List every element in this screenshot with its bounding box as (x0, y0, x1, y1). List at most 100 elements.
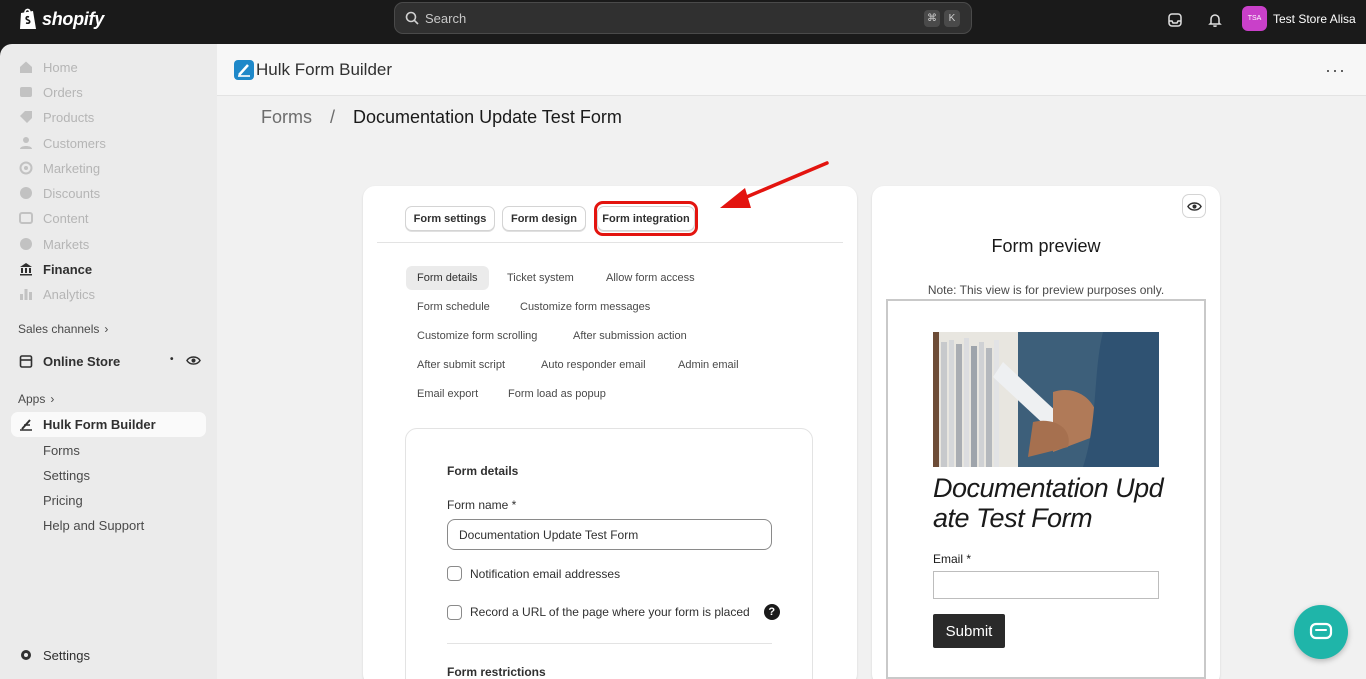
sidebar-item-marketing[interactable]: Marketing (18, 157, 100, 179)
sidebar-item-content[interactable]: Content (18, 207, 89, 229)
brand-name: shopify (42, 8, 104, 29)
divider (377, 242, 843, 243)
preview-email-input[interactable] (933, 571, 1159, 599)
preview-submit-button[interactable]: Submit (933, 614, 1005, 648)
sidebar-subitem-pricing[interactable]: Pricing (43, 493, 83, 508)
subtab-allow-form-access[interactable]: Allow form access (595, 266, 706, 290)
help-icon[interactable]: ? (763, 604, 780, 620)
subtab-admin-email[interactable]: Admin email (667, 353, 750, 377)
form-name-label: Form name * (447, 498, 517, 512)
subtab-email-export[interactable]: Email export (406, 382, 489, 406)
sidebar-item-label: Analytics (43, 286, 96, 302)
page-title: Documentation Update Test Form (353, 107, 622, 127)
more-actions-icon[interactable]: ··· (1325, 60, 1346, 81)
app-title-text: Hulk Form Builder (256, 60, 393, 79)
section-title: Form details (447, 464, 519, 478)
sidebar-item-hulk-form-builder[interactable]: Hulk Form Builder (18, 413, 156, 435)
preview-note: Note: This view is for preview purposes … (927, 283, 1165, 297)
chevron-right-icon: › (104, 322, 109, 336)
sidebar-subitem-forms[interactable]: Forms (43, 443, 80, 458)
sidebar-subitem-settings[interactable]: Settings (43, 468, 90, 483)
subtab-customize-form-messages[interactable]: Customize form messages (509, 295, 661, 319)
tab-form-design[interactable]: Form design (502, 206, 586, 231)
bell-icon[interactable] (1205, 10, 1225, 30)
breadcrumb-forms-link[interactable]: Forms (261, 107, 312, 128)
sidebar-item-orders[interactable]: Orders (18, 81, 83, 103)
bank-icon (18, 262, 33, 277)
subtab-ticket-system[interactable]: Ticket system (496, 266, 585, 290)
chat-icon (1309, 622, 1333, 640)
content-icon (18, 211, 33, 226)
sidebar-item-label: Hulk Form Builder (43, 416, 156, 432)
chat-button[interactable] (1294, 605, 1348, 659)
orders-icon (18, 85, 33, 100)
sidebar-item-label: Finance (43, 261, 93, 277)
subtab-auto-responder-email[interactable]: Auto responder email (530, 353, 657, 377)
sidebar-item-markets[interactable]: Markets (18, 233, 89, 255)
sidebar-item-label: Home (43, 59, 78, 75)
sidebar-item-settings[interactable]: Settings (18, 644, 90, 666)
gear-icon (18, 648, 33, 663)
sales-channels-header[interactable]: Sales channels › (18, 322, 108, 336)
search-icon (405, 11, 419, 25)
sidebar: Home Orders Products Customers Marketing… (0, 44, 217, 679)
preview-form-heading: Documentation Update Test Form (933, 473, 1164, 533)
sidebar-item-customers[interactable]: Customers (18, 132, 106, 154)
record-url-row[interactable]: Record a URL of the page where your form… (447, 604, 780, 620)
store-menu[interactable]: TSA Test Store Alisa (1242, 6, 1356, 31)
sidebar-item-label: Customers (43, 135, 106, 151)
record-url-checkbox[interactable] (447, 604, 462, 620)
divider (447, 643, 772, 644)
subtab-after-submission-action[interactable]: After submission action (562, 324, 698, 348)
hulk-app-icon (18, 417, 33, 432)
annotation-arrow-icon (720, 161, 829, 208)
form-name-input[interactable]: Documentation Update Test Form (447, 519, 772, 550)
discount-icon (18, 186, 33, 201)
sidebar-item-label: Settings (43, 647, 90, 663)
top-bar: shopify Search ⌘ K TSA Test Store Alisa (0, 0, 1366, 44)
preview-form-image (933, 332, 1159, 467)
shopify-bag-icon (20, 8, 36, 29)
apps-label: Apps (18, 392, 46, 406)
app-header: Hulk Form Builder ··· (217, 44, 1366, 96)
sales-channels-label: Sales channels (18, 322, 100, 336)
store-name: Test Store Alisa (1273, 11, 1356, 26)
sidebar-item-finance[interactable]: Finance (18, 258, 92, 280)
form-details-section: Form details Form name * Documentation U… (405, 428, 813, 679)
subtab-customize-form-scrolling[interactable]: Customize form scrolling (406, 324, 548, 348)
sidebar-item-label: Marketing (43, 160, 101, 176)
preview-email-label: Email * (933, 552, 972, 566)
notification-email-row[interactable]: Notification email addresses (447, 566, 620, 581)
app-title: Hulk Form Builder (234, 60, 392, 80)
sidebar-subitem-help[interactable]: Help and Support (43, 518, 144, 533)
preview-frame: Documentation Update Test Form Email * S… (886, 299, 1206, 679)
inbox-icon[interactable] (1165, 10, 1185, 30)
sidebar-item-discounts[interactable]: Discounts (18, 182, 100, 204)
tag-icon (18, 110, 33, 125)
subtab-form-load-as-popup[interactable]: Form load as popup (497, 382, 617, 406)
sidebar-item-label: Markets (43, 236, 90, 252)
sidebar-item-home[interactable]: Home (18, 56, 78, 78)
home-icon (18, 60, 33, 75)
subtab-form-details[interactable]: Form details (406, 266, 489, 290)
highlight-box (594, 201, 698, 236)
main-area: Hulk Form Builder ··· Forms / Documentat… (217, 44, 1366, 679)
sidebar-item-label: Products (43, 109, 95, 125)
sidebar-item-analytics[interactable]: Analytics (18, 283, 95, 305)
shopify-logo[interactable]: shopify (18, 7, 104, 31)
shortcut-k-key: K (944, 10, 960, 27)
preview-eye-button[interactable] (1182, 194, 1206, 218)
subtab-form-schedule[interactable]: Form schedule (406, 295, 501, 319)
search-placeholder: Search (425, 10, 467, 26)
sidebar-item-label: Discounts (43, 185, 101, 201)
sidebar-item-online-store[interactable]: Online Store • (18, 350, 203, 372)
eye-icon (1186, 201, 1202, 211)
tab-form-settings[interactable]: Form settings (405, 206, 495, 231)
sidebar-item-products[interactable]: Products (18, 106, 94, 128)
notification-email-checkbox[interactable] (447, 566, 462, 581)
search-input[interactable]: Search ⌘ K (394, 2, 972, 34)
chevron-right-icon: › (50, 392, 55, 406)
subtab-after-submit-script[interactable]: After submit script (406, 353, 516, 377)
eye-icon[interactable] (186, 353, 201, 371)
apps-header[interactable]: Apps › (18, 392, 54, 406)
